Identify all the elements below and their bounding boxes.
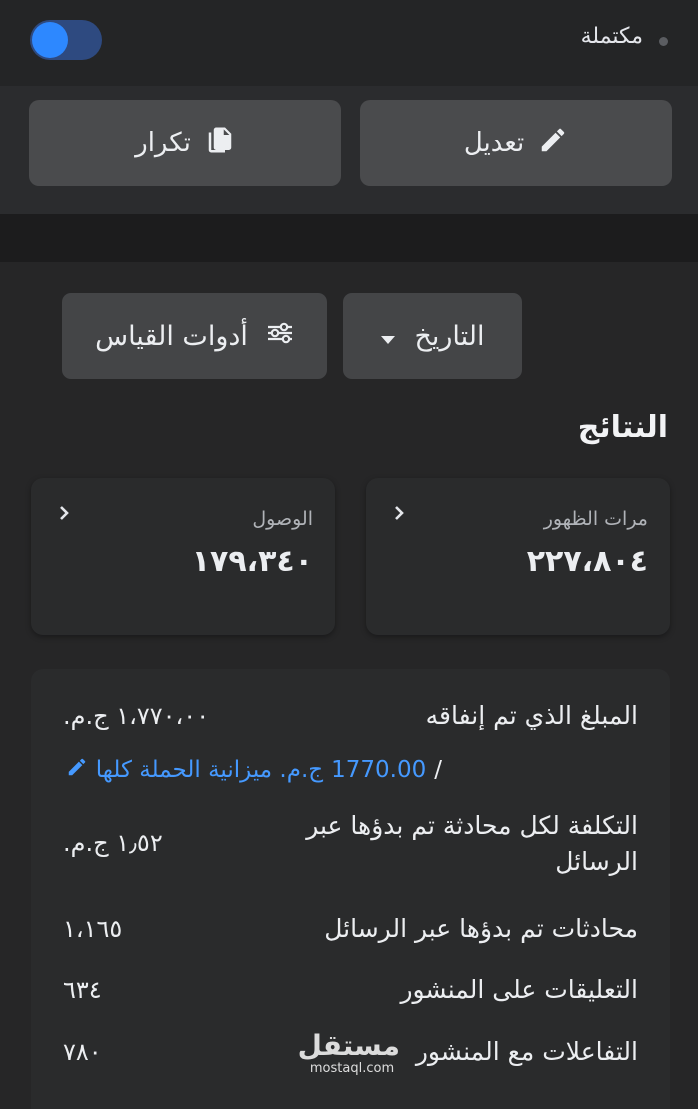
pencil-icon xyxy=(538,125,568,162)
date-filter-button[interactable]: التاريخ xyxy=(343,293,522,379)
reach-value: ١٧٩،٣٤٠ xyxy=(191,544,313,579)
impressions-label: مرات الظهور xyxy=(543,508,648,530)
campaign-toggle[interactable] xyxy=(30,20,102,60)
status-label: مكتملة xyxy=(580,24,643,49)
campaign-status-bar: مكتملة xyxy=(0,0,698,86)
toggle-knob xyxy=(32,22,68,58)
amount-spent-label: المبلغ الذي تم إنفاقه xyxy=(425,701,638,730)
cost-per-conversation-label-line1: التكلفة لكل محادثة تم بدؤها عبر xyxy=(306,811,638,840)
impressions-card[interactable]: مرات الظهور ٢٢٧،٨٠٤ xyxy=(366,478,670,635)
watermark-arabic: مستقل xyxy=(297,1029,400,1062)
comments-value: ٦٣٤ xyxy=(63,976,102,1004)
caret-down-icon xyxy=(380,321,396,352)
conversations-value: ١،١٦٥ xyxy=(63,915,123,943)
edit-button-label: تعديل xyxy=(463,128,525,158)
cost-per-conversation-label-line2: الرسائل xyxy=(555,847,638,876)
results-title: النتائج xyxy=(577,410,668,445)
cost-per-conversation-value: ١٫٥٢ ج.م. xyxy=(63,829,163,857)
pencil-icon xyxy=(66,756,88,784)
conversations-label: محادثات تم بدؤها عبر الرسائل xyxy=(324,914,638,943)
insights-panel: التاريخ أدوات القياس النتائج مرات الظهور… xyxy=(0,262,698,1109)
comments-label: التعليقات على المنشور xyxy=(400,975,638,1004)
action-bar: تعديل تكرار xyxy=(0,86,698,214)
sliders-icon xyxy=(266,321,294,352)
duplicate-button[interactable]: تكرار xyxy=(29,100,341,186)
engagements-value: ٧٨٠ xyxy=(63,1038,102,1066)
copy-icon xyxy=(205,125,235,162)
status-dot-icon xyxy=(659,37,668,46)
chevron-right-icon xyxy=(55,504,73,522)
cost-per-conversation-label: التكلفة لكل محادثة تم بدؤها عبر الرسائل xyxy=(306,808,638,880)
metrics-tools-label: أدوات القياس xyxy=(95,320,248,352)
edit-budget-link[interactable]: ج.م. ميزانية الحملة كلها 1770.00 / xyxy=(66,756,442,784)
reach-card[interactable]: الوصول ١٧٩،٣٤٠ xyxy=(31,478,335,635)
chevron-right-icon xyxy=(390,504,408,522)
section-divider xyxy=(0,214,698,262)
duplicate-button-label: تكرار xyxy=(135,128,191,158)
watermark-latin: mostaql.com xyxy=(309,1061,395,1076)
metrics-tools-button[interactable]: أدوات القياس xyxy=(62,293,327,379)
impressions-value: ٢٢٧،٨٠٤ xyxy=(526,544,648,579)
amount-spent-value: ١،٧٧٠،٠٠ ج.م. xyxy=(63,702,210,730)
reach-label: الوصول xyxy=(252,508,313,530)
budget-slash: / xyxy=(434,757,442,783)
budget-amount: 1770.00 xyxy=(331,757,427,783)
edit-button[interactable]: تعديل xyxy=(360,100,672,186)
engagements-label: التفاعلات مع المنشور xyxy=(415,1037,638,1066)
budget-text: ج.م. ميزانية الحملة كلها xyxy=(95,757,324,783)
date-filter-label: التاريخ xyxy=(414,320,485,352)
mostaql-watermark: مستقل mostaql.com xyxy=(297,1029,400,1080)
